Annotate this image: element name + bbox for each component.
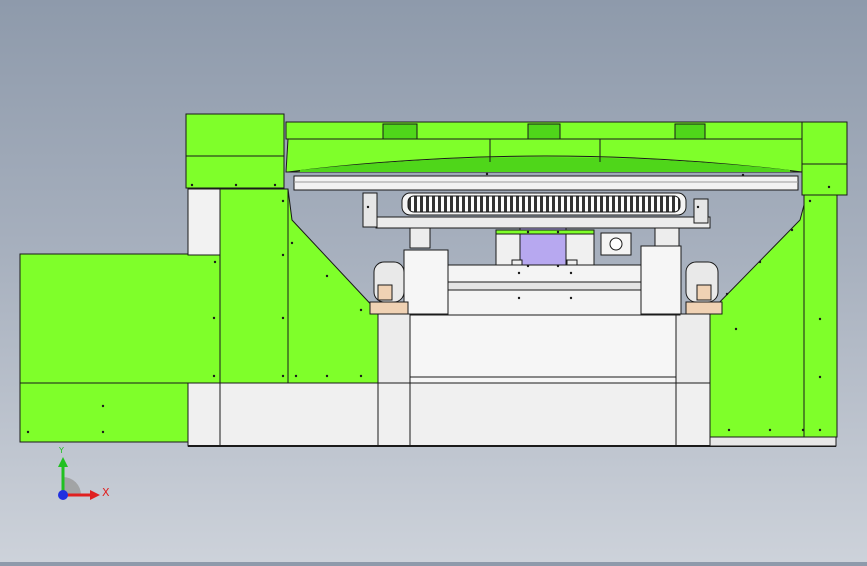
base-rail bbox=[187, 382, 714, 447]
left-tower-body bbox=[219, 188, 289, 384]
lower-slide-track bbox=[447, 281, 645, 291]
left-outer-panel-upper bbox=[19, 253, 222, 384]
left-tower-cap bbox=[185, 113, 285, 157]
left-tower-band bbox=[185, 155, 285, 189]
x-axis-label: X bbox=[102, 486, 110, 499]
left-tower-white-upper bbox=[187, 188, 221, 256]
pivot-bracket-left bbox=[362, 192, 378, 228]
sensor-lens bbox=[609, 237, 623, 251]
z-axis-dot bbox=[58, 490, 68, 500]
top-boss-center bbox=[527, 123, 561, 140]
slide-carriage-left bbox=[403, 249, 449, 315]
y-axis-label: Y bbox=[59, 446, 64, 455]
clamp-right bbox=[654, 227, 680, 247]
machine-assembly-drawing[interactable] bbox=[0, 0, 867, 562]
pivot-bracket-right bbox=[693, 198, 709, 224]
top-boss-left bbox=[382, 123, 418, 140]
top-boss-right bbox=[674, 123, 706, 140]
roller-cap-left bbox=[377, 284, 393, 301]
center-block-left bbox=[377, 313, 411, 384]
roller-cap-right bbox=[696, 284, 712, 301]
x-arrowhead bbox=[90, 490, 100, 500]
axis-triad[interactable]: X Y bbox=[40, 446, 120, 515]
roller-block-right bbox=[685, 301, 723, 315]
cad-viewport[interactable]: X Y bbox=[0, 0, 867, 562]
center-body bbox=[377, 313, 711, 384]
axis-triad-graphic bbox=[58, 457, 100, 500]
right-base-strip bbox=[709, 436, 837, 447]
gear-rack-teeth bbox=[407, 195, 681, 213]
roller-block-left bbox=[369, 301, 409, 315]
green-strip-center bbox=[495, 229, 595, 235]
left-outer-panel-lower bbox=[19, 382, 189, 443]
slide-plate bbox=[375, 216, 711, 229]
right-tower-cap bbox=[801, 121, 848, 165]
right-slant-panel bbox=[709, 204, 805, 438]
y-arrowhead bbox=[58, 457, 68, 467]
center-block-right bbox=[675, 313, 711, 384]
clamp-left bbox=[409, 227, 431, 249]
right-tower-band bbox=[801, 163, 848, 196]
right-tower-body bbox=[803, 194, 838, 438]
upper-guide-rail bbox=[293, 175, 799, 191]
slide-carriage-right bbox=[640, 245, 682, 315]
